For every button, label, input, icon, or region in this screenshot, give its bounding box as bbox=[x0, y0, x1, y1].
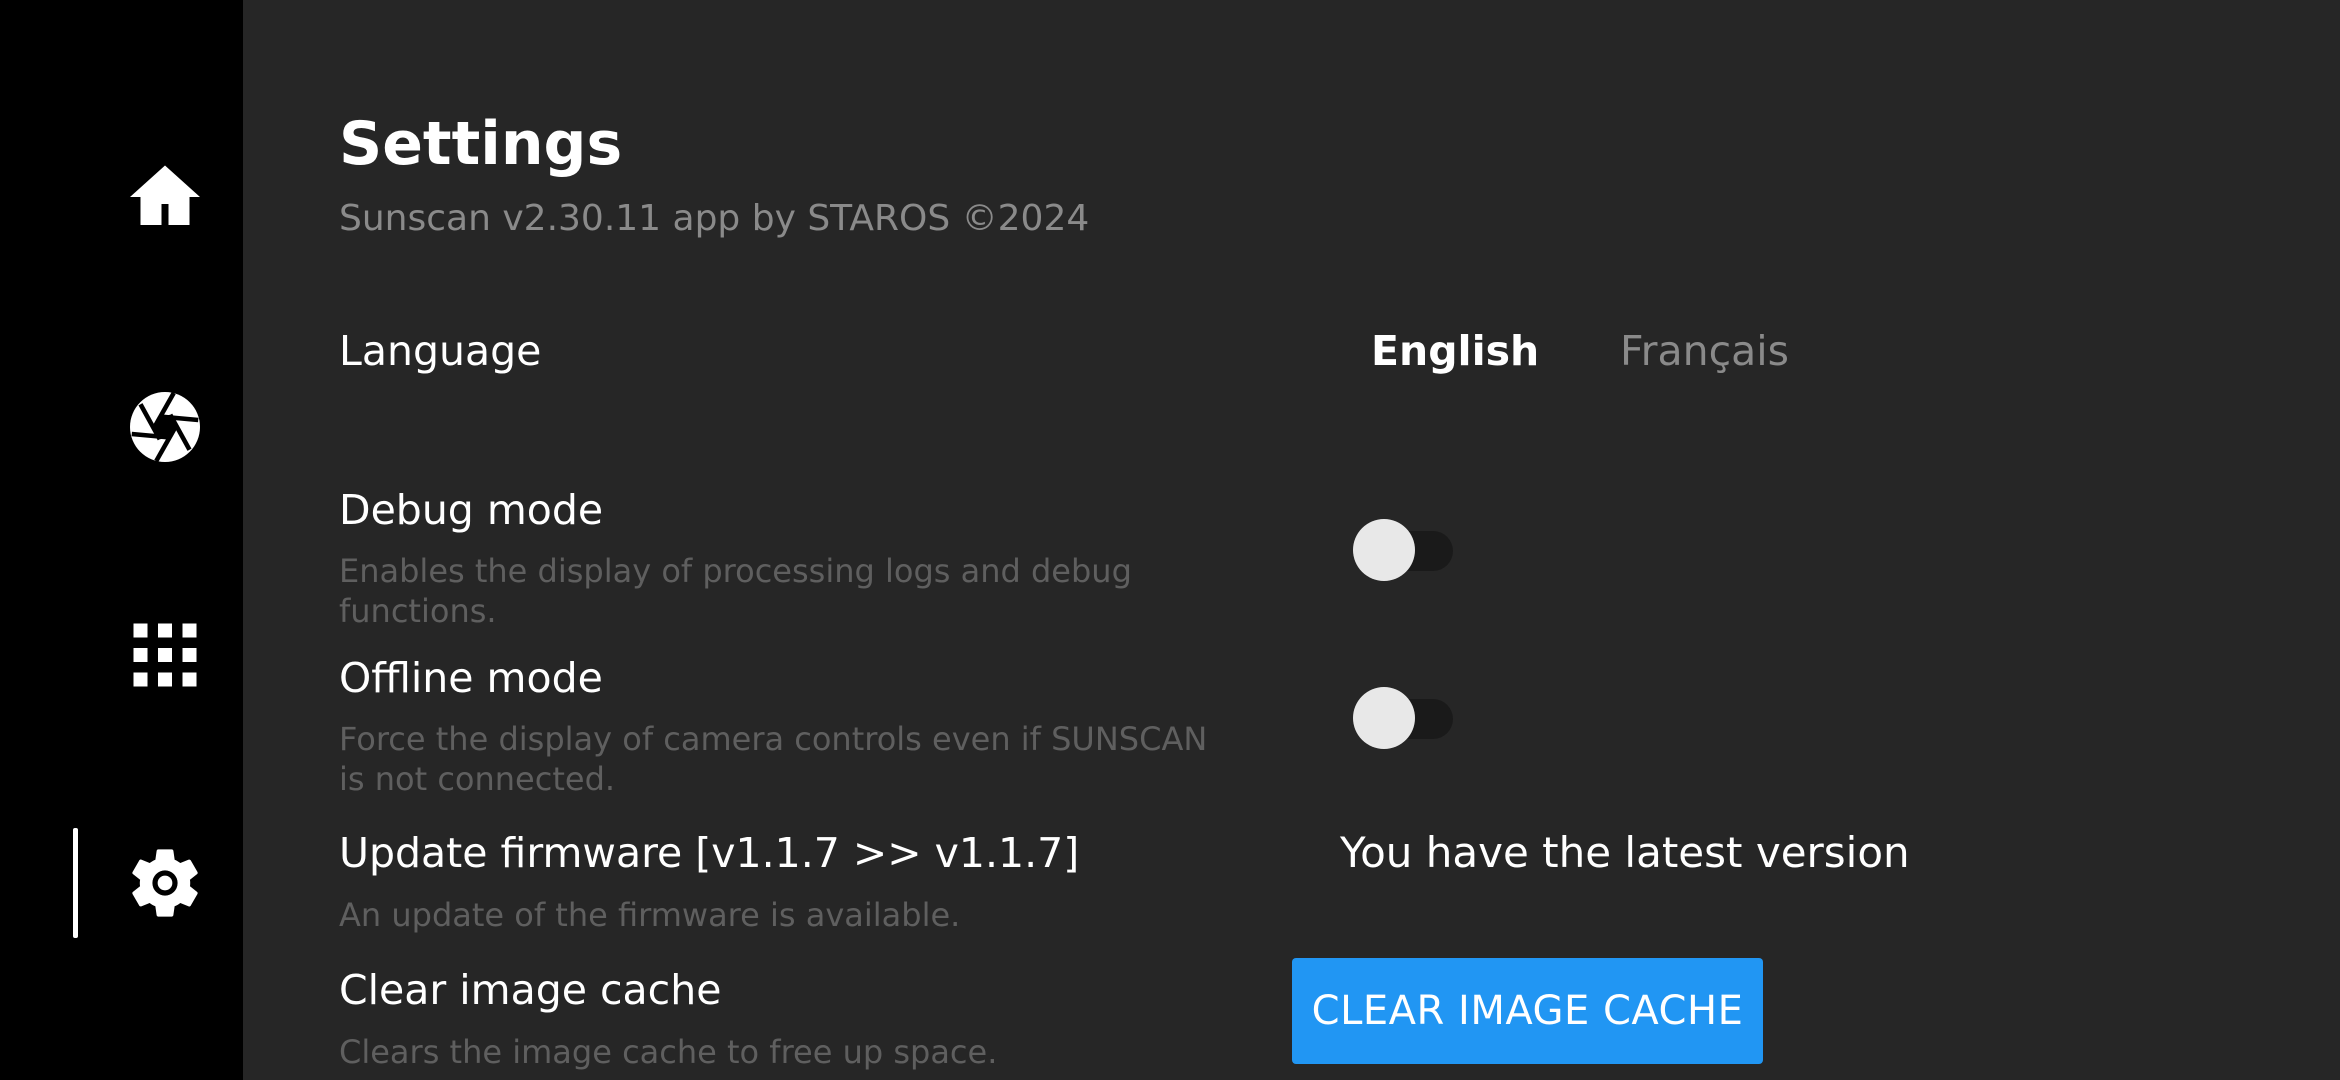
firmware-update-description: An update of the firmware is available. bbox=[339, 896, 961, 934]
sidebar-item-camera[interactable] bbox=[0, 372, 243, 482]
debug-mode-description: Enables the display of processing logs a… bbox=[339, 552, 1132, 630]
active-indicator bbox=[73, 828, 78, 938]
offline-mode-description: Force the display of camera controls eve… bbox=[339, 720, 1208, 798]
clear-cache-label: Clear image cache bbox=[339, 966, 722, 1014]
clear-cache-description: Clears the image cache to free up space. bbox=[339, 1033, 998, 1071]
toggle-thumb bbox=[1353, 519, 1415, 581]
home-icon bbox=[123, 155, 207, 239]
offline-mode-toggle[interactable] bbox=[1353, 687, 1453, 751]
firmware-status-text: You have the latest version bbox=[1340, 828, 1910, 877]
sidebar-nav bbox=[0, 0, 243, 1080]
app-version-subtitle: Sunscan v2.30.11 app by STAROS ©2024 bbox=[339, 198, 1090, 239]
debug-mode-label: Debug mode bbox=[339, 486, 604, 534]
gear-icon bbox=[123, 841, 207, 925]
firmware-update-label: Update firmware [v1.1.7 >> v1.1.7] bbox=[339, 829, 1080, 877]
app-window: Settings Sunscan v2.30.11 app by STAROS … bbox=[0, 0, 2340, 1080]
settings-panel: Settings Sunscan v2.30.11 app by STAROS … bbox=[243, 0, 2340, 1080]
sidebar-item-home[interactable] bbox=[0, 142, 243, 252]
sidebar-item-gallery[interactable] bbox=[0, 600, 243, 710]
offline-mode-label: Offline mode bbox=[339, 654, 603, 702]
clear-image-cache-button[interactable]: CLEAR IMAGE CACHE bbox=[1292, 958, 1763, 1064]
page-title: Settings bbox=[339, 109, 623, 179]
toggle-thumb bbox=[1353, 687, 1415, 749]
language-label: Language bbox=[339, 327, 542, 375]
debug-mode-toggle[interactable] bbox=[1353, 519, 1453, 583]
grid-icon bbox=[123, 613, 207, 697]
language-option-french[interactable]: Français bbox=[1620, 325, 1789, 377]
camera-aperture-icon bbox=[123, 385, 207, 469]
language-option-english[interactable]: English bbox=[1371, 325, 1539, 377]
sidebar-item-settings[interactable] bbox=[0, 828, 243, 938]
